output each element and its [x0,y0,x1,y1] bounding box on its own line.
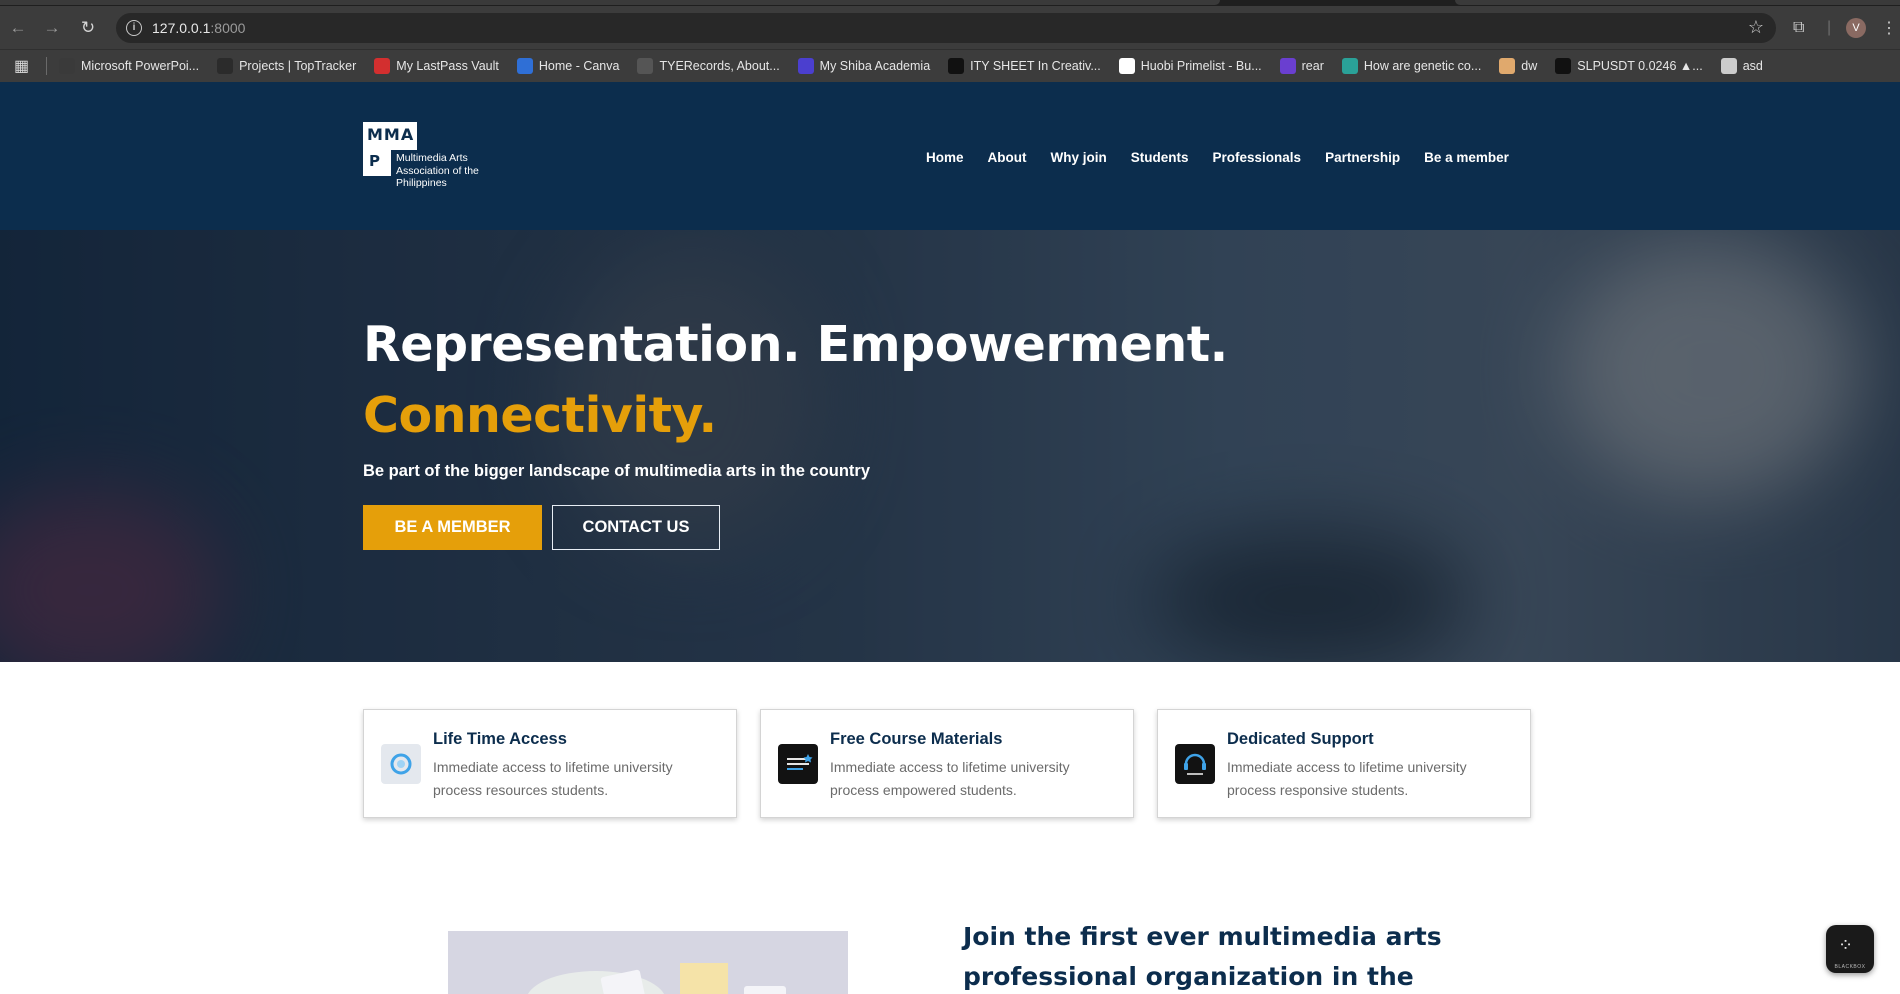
bookmark-label: TYERecords, About... [659,59,780,73]
forward-icon[interactable]: → [37,6,67,49]
bookmark-label: Huobi Primelist - Bu... [1140,59,1262,73]
illustration-shape [526,971,666,994]
bookmark-item[interactable]: SLPUSDT 0.0246 ▲... [1555,58,1703,74]
logo-text: Multimedia Arts Association of the Phili… [396,152,479,189]
join-heading: Join the first ever multimedia arts prof… [963,922,1442,991]
profile-button[interactable]: V [1846,6,1866,49]
reload-icon[interactable]: ↻ [73,6,103,49]
bookmark-label: SLPUSDT 0.0246 ▲... [1577,59,1703,73]
address-bar[interactable]: i 127.0.0.1:8000 ☆ [116,13,1776,43]
bookmark-favicon-icon [1499,58,1516,74]
bookmark-favicon-icon [1720,58,1737,74]
feature-card: Life Time Access Immediate access to lif… [363,709,737,818]
bookmark-item[interactable]: Microsoft PowerPoi... [59,58,199,74]
bookmark-label: dw [1521,59,1538,73]
blackbox-widget-label: BLACKBOX [1834,964,1866,970]
bookmark-item[interactable]: How are genetic co... [1341,58,1482,74]
bookmark-label: rear [1301,59,1324,73]
nav-professionals[interactable]: Professionals [1213,150,1302,165]
contact-us-button[interactable]: CONTACT US [552,505,720,550]
join-illustration [448,931,848,994]
feature-description: Immediate access to lifetime university … [433,759,673,798]
nav-home[interactable]: Home [926,150,964,165]
bookmark-favicon-icon [374,58,391,74]
bookmark-favicon-icon [797,58,814,74]
apps-grid-icon[interactable]: ▦ [14,56,36,76]
bookmark-item[interactable]: Huobi Primelist - Bu... [1118,58,1262,74]
bookmark-label: Microsoft PowerPoi... [81,59,200,73]
bookmark-label: Home - Canva [538,59,620,73]
bookmarks-list: Microsoft PowerPoi... Projects | TopTrack… [59,58,1781,74]
illustration-paper [744,986,786,994]
nav-about[interactable]: About [988,150,1027,165]
bookmark-item[interactable]: Home - Canva [516,58,620,74]
feature-title: Free Course Materials [830,730,1003,748]
avatar: V [1846,17,1866,38]
hero-buttons: BE A MEMBER CONTACT US [363,505,1228,550]
bookmark-item[interactable]: My LastPass Vault [374,58,499,74]
be-a-member-button[interactable]: BE A MEMBER [363,505,542,550]
illustration-note [680,963,728,994]
feature-title: Dedicated Support [1227,730,1374,748]
toolbar-divider: | [1827,18,1832,36]
hero-content: Representation. Empowerment. Connectivit… [363,316,1228,550]
bookmarks-bar: ▦ Microsoft PowerPoi... Projects | TopTra… [0,49,1900,82]
hero-title-highlight: Connectivity. [363,387,717,444]
bookmark-favicon-icon [217,58,234,74]
bookmarks-divider [46,57,47,75]
bookmark-label: asd [1742,59,1763,73]
browser-tab[interactable] [1455,0,1900,5]
bookmark-favicon-icon [948,58,965,74]
site-info-icon[interactable]: i [126,20,142,36]
bookmark-label: Projects | TopTracker [239,59,357,73]
site-logo[interactable]: MMA P Multimedia Arts Association of the… [363,122,479,189]
nav-partnership[interactable]: Partnership [1325,150,1400,165]
bookmark-favicon-icon [1341,58,1358,74]
main-nav: Home About Why join Students Professiona… [926,150,1533,165]
bookmark-favicon-icon [1279,58,1296,74]
support-icon [1175,744,1215,784]
feature-cards: Life Time Access Immediate access to lif… [363,709,1554,818]
browser-menu-icon[interactable]: ⋮ [1881,6,1897,49]
nav-students[interactable]: Students [1131,150,1189,165]
hero-title: Representation. Empowerment. [363,316,1228,373]
bookmark-item[interactable]: dw [1499,58,1537,74]
bookmark-label: My LastPass Vault [396,59,499,73]
bookmark-favicon-icon [516,58,533,74]
bookmark-favicon-icon [59,58,75,74]
browser-toolbar: ← → ↻ i 127.0.0.1:8000 ☆ ⧉ | V ⋮ [0,6,1900,49]
feature-description: Immediate access to lifetime university … [830,759,1070,798]
extensions-icon[interactable]: ⧉ [1793,6,1804,49]
address-url[interactable]: 127.0.0.1:8000 [152,20,245,36]
course-materials-icon [778,744,818,784]
blackbox-logo-icon: ⁘ [1838,935,1854,955]
bookmark-item[interactable]: ITY SHEET In Creativ... [948,58,1101,74]
bookmark-favicon-icon [1555,58,1572,74]
hero-subtitle: Be part of the bigger landscape of multi… [363,462,870,480]
bookmark-item[interactable]: asd [1720,58,1763,74]
hero-section: Representation. Empowerment. Connectivit… [0,230,1900,662]
bookmark-item[interactable]: rear [1279,58,1324,74]
bookmark-label: How are genetic co... [1363,59,1482,73]
site-header: MMA P Multimedia Arts Association of the… [0,82,1900,230]
lifetime-access-icon [381,744,421,784]
bookmark-item[interactable]: My Shiba Academia [797,58,931,74]
bookmark-star-icon[interactable]: ☆ [1748,17,1764,38]
bookmark-item[interactable]: TYERecords, About... [637,58,780,74]
bookmark-favicon-icon [637,58,654,74]
bookmark-label: ITY SHEET In Creativ... [970,59,1101,73]
blackbox-widget-button[interactable]: ⁘ BLACKBOX [1826,925,1874,973]
bookmark-label: My Shiba Academia [819,59,931,73]
feature-card: Free Course Materials Immediate access t… [760,709,1134,818]
feature-description: Immediate access to lifetime university … [1227,759,1467,798]
nav-be-a-member[interactable]: Be a member [1424,150,1509,165]
bookmark-favicon-icon [1118,58,1135,74]
back-icon[interactable]: ← [3,6,33,49]
browser-tab[interactable] [0,0,1220,5]
bookmark-item[interactable]: Projects | TopTracker [217,58,356,74]
feature-title: Life Time Access [433,730,567,748]
feature-card: Dedicated Support Immediate access to li… [1157,709,1531,818]
nav-why-join[interactable]: Why join [1051,150,1107,165]
